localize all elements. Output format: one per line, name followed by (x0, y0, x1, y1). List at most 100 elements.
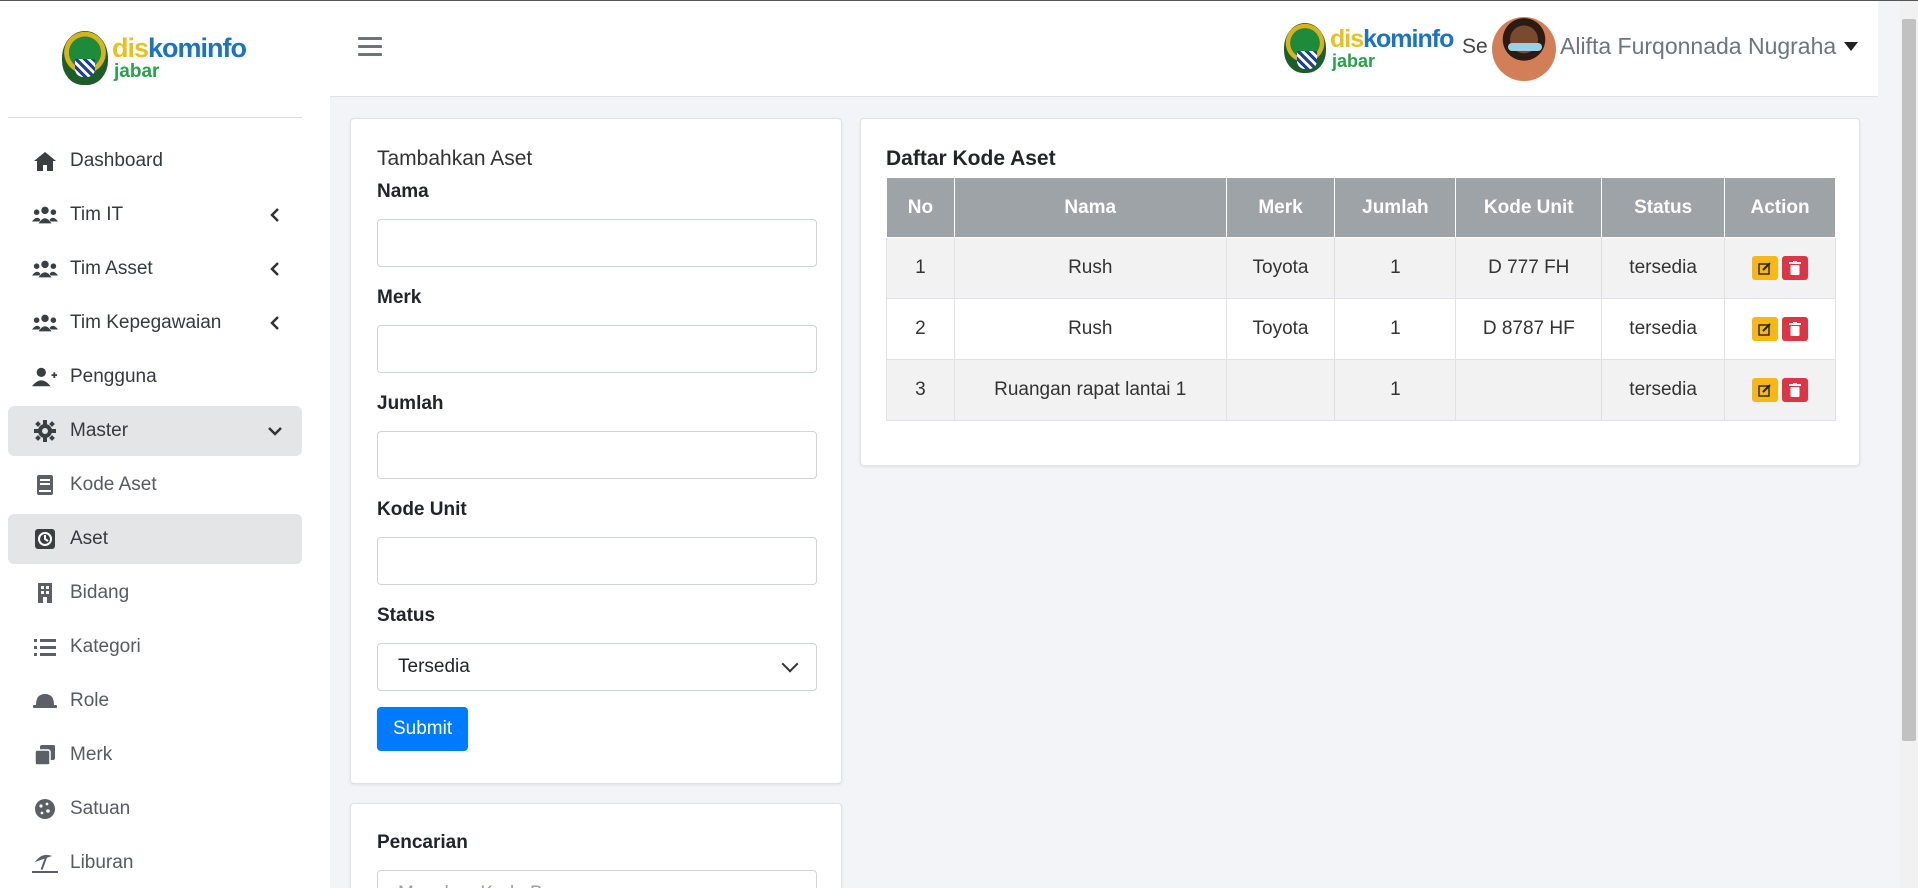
nama-label: Nama (377, 181, 429, 202)
delete-button[interactable] (1782, 255, 1809, 280)
cell-kode-unit: D 777 FH (1455, 237, 1603, 299)
column-header-status: Status (1601, 177, 1726, 238)
brand-part1: dis (112, 33, 149, 63)
table-header-row: No Nama Merk Jumlah Kode Unit Status Act… (886, 177, 1836, 238)
west-java-seal-icon (62, 31, 108, 85)
cell-nama: Ruangan rapat lantai 1 (953, 359, 1227, 421)
sidebar-item-bidang[interactable]: Bidang (8, 568, 302, 618)
chevron-down-icon (781, 655, 799, 673)
brand-part3: jabar (1332, 50, 1376, 71)
sidebar-item-label: Satuan (70, 798, 131, 819)
sidebar-item-liburan[interactable]: Liburan (8, 838, 302, 888)
edit-button[interactable] (1752, 377, 1779, 402)
sidebar-item-label: Kode Aset (70, 474, 157, 495)
status-selected-value: Tersedia (398, 656, 470, 677)
sidebar-divider (8, 117, 302, 118)
submit-button[interactable]: Submit (377, 707, 469, 751)
cell-merk: Toyota (1225, 237, 1336, 299)
nama-input[interactable] (377, 219, 817, 267)
jumlah-input[interactable] (377, 431, 817, 479)
cell-status: tersedia (1601, 237, 1726, 299)
cell-jumlah: 1 (1334, 359, 1457, 421)
cell-no: 3 (886, 359, 955, 421)
table-row: 1 Rush Toyota 1 D 777 FH tersedia (886, 237, 1836, 299)
sidebar-item-tim-it[interactable]: Tim IT (8, 190, 302, 240)
cell-no: 2 (886, 298, 955, 360)
column-header-merk: Merk (1225, 177, 1336, 238)
sidebar-item-kode-aset[interactable]: Kode Aset (8, 460, 302, 510)
add-asset-card: Tambahkan Aset Nama Merk Jumlah Kode Uni… (350, 118, 842, 784)
header-logo: diskominfo jabar (1284, 23, 1454, 73)
column-header-jumlah: Jumlah (1334, 177, 1457, 238)
user-menu-dropdown[interactable]: Alifta Furqonnada Nugraha (1560, 33, 1859, 60)
brand-part3: jabar (114, 61, 160, 82)
cell-merk (1225, 359, 1336, 421)
sidebar-item-label: Tim Asset (70, 258, 153, 279)
brand-text: diskominfo jabar (112, 33, 247, 82)
sidebar-item-aset[interactable]: Aset (8, 514, 302, 564)
search-card: Pencarian Masukan Kode Barang (350, 803, 842, 888)
sidebar-item-label: Tim Kepegawaian (70, 312, 222, 333)
cell-kode-unit: D 8787 HF (1455, 298, 1603, 360)
username-label: Alifta Furqonnada Nugraha (1560, 33, 1837, 59)
jumlah-label: Jumlah (377, 393, 444, 414)
edit-button[interactable] (1752, 316, 1779, 341)
delete-button[interactable] (1782, 316, 1809, 341)
sidebar-item-tim-kepegawaian[interactable]: Tim Kepegawaian (8, 298, 302, 348)
column-header-action: Action (1724, 177, 1836, 238)
users-icon (32, 202, 58, 228)
table-row: 2 Rush Toyota 1 D 8787 HF tersedia (886, 298, 1836, 360)
sidebar: diskominfo jabar Dashboard Tim IT Tim As… (0, 1, 330, 888)
cell-jumlah: 1 (1334, 237, 1457, 299)
sidebar-item-pengguna[interactable]: Pengguna (8, 352, 302, 402)
caret-down-icon (1844, 42, 1859, 51)
sidebar-item-label: Role (70, 690, 110, 711)
cell-status: tersedia (1601, 359, 1726, 421)
building-icon (32, 580, 58, 606)
brand-part2: kominfo (1363, 24, 1454, 53)
list-icon (32, 634, 58, 660)
sidebar-item-role[interactable]: Role (8, 676, 302, 726)
sidebar-item-master[interactable]: Master (8, 406, 302, 456)
west-java-seal-icon (1284, 23, 1326, 73)
users-icon (32, 310, 58, 336)
sidebar-item-label: Master (70, 420, 129, 441)
sidebar-item-label: Merk (70, 744, 113, 765)
status-select[interactable]: Tersedia (377, 643, 817, 691)
helmet-icon (32, 688, 58, 714)
cell-action (1724, 298, 1836, 360)
page-scrollbar[interactable] (1900, 1, 1918, 888)
sidebar-item-kategori[interactable]: Kategori (8, 622, 302, 672)
search-input[interactable]: Masukan Kode Barang (377, 870, 817, 888)
merk-label: Merk (377, 287, 422, 308)
sidebar-item-dashboard[interactable]: Dashboard (8, 136, 302, 186)
column-header-no: No (886, 177, 955, 238)
trash-icon (1789, 260, 1802, 275)
clock-icon (32, 526, 58, 552)
sidebar-item-tim-asset[interactable]: Tim Asset (8, 244, 302, 294)
status-label: Status (377, 605, 436, 626)
table-row: 3 Ruangan rapat lantai 1 1 tersedia (886, 359, 1836, 421)
merk-input[interactable] (377, 325, 817, 373)
chevron-left-icon (264, 204, 286, 226)
cookie-icon (32, 796, 58, 822)
menu-toggle-icon[interactable] (358, 37, 382, 59)
diskominfo-logo[interactable]: diskominfo jabar (62, 31, 247, 85)
sidebar-nav: Dashboard Tim IT Tim Asset Tim Kepegawai… (8, 136, 302, 888)
sidebar-item-merk[interactable]: Merk (8, 730, 302, 780)
cell-no: 1 (886, 237, 955, 299)
sidebar-item-label: Bidang (70, 582, 130, 603)
cell-merk: Toyota (1225, 298, 1336, 360)
table-title: Daftar Kode Aset (886, 147, 1056, 170)
scrollbar-thumb[interactable] (1902, 19, 1916, 741)
sidebar-item-label: Pengguna (70, 366, 157, 387)
kode-unit-input[interactable] (377, 537, 817, 585)
column-header-nama: Nama (953, 177, 1227, 238)
edit-icon (1758, 261, 1771, 275)
edit-icon (1758, 322, 1771, 336)
delete-button[interactable] (1782, 377, 1809, 402)
avatar[interactable] (1492, 17, 1556, 81)
sidebar-item-satuan[interactable]: Satuan (8, 784, 302, 834)
edit-button[interactable] (1752, 255, 1779, 280)
chevron-left-icon (264, 312, 286, 334)
